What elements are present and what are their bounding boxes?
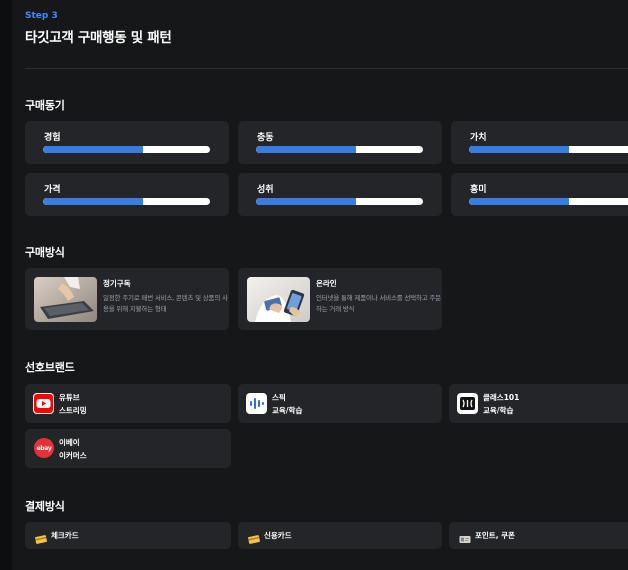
motive-card: 흥미 bbox=[451, 173, 628, 216]
youtube-logo-icon bbox=[33, 393, 54, 414]
step-label: Step 3 bbox=[25, 11, 58, 21]
motive-label: 충동 bbox=[257, 133, 274, 143]
motive-bar-fill bbox=[43, 146, 144, 153]
left-edge bbox=[0, 0, 12, 570]
brand-category: 이커머스 bbox=[59, 451, 87, 460]
motive-bar bbox=[469, 198, 628, 205]
payment-label: 포인트, 쿠폰 bbox=[475, 531, 515, 540]
card-icon bbox=[35, 530, 47, 544]
motive-label: 가치 bbox=[470, 133, 487, 143]
motive-bar bbox=[43, 146, 210, 153]
motive-bar bbox=[256, 198, 423, 205]
card-icon bbox=[248, 530, 260, 544]
ebay-logo-text: ebay bbox=[36, 444, 52, 452]
payment-card: 포인트, 쿠폰 bbox=[449, 522, 628, 549]
method-title: 온라인 bbox=[316, 279, 337, 288]
brand-category: 교육/학습 bbox=[483, 406, 514, 415]
brand-name: 유튜브 bbox=[59, 393, 80, 402]
motive-bar-fill bbox=[43, 198, 144, 205]
method-title: 정기구독 bbox=[103, 279, 131, 288]
brand-card-youtube: 유튜브 스트리밍 bbox=[25, 384, 231, 423]
brand-card-ebay: ebay 이베이 이커머스 bbox=[25, 429, 231, 468]
payment-label: 신용카드 bbox=[264, 531, 292, 540]
motive-label: 흥미 bbox=[470, 185, 487, 195]
brand-category: 스트리밍 bbox=[59, 406, 87, 415]
motive-card: 가격 bbox=[25, 173, 229, 216]
section-title-motives: 구매동기 bbox=[25, 99, 65, 112]
method-desc: 인터넷을 통해 제품이나 서비스를 선택하고 주문하는 거래 방식 bbox=[316, 294, 441, 313]
motive-bar-fill bbox=[469, 146, 570, 153]
motive-card: 경험 bbox=[25, 121, 229, 164]
brand-card-class101: 클래스101 교육/학습 bbox=[449, 384, 628, 423]
phone-card-photo-icon bbox=[247, 277, 310, 322]
brand-card-speak: 스픽 교육/학습 bbox=[238, 384, 442, 423]
method-card-online: 온라인 인터넷을 통해 제품이나 서비스를 선택하고 주문하는 거래 방식 bbox=[238, 268, 442, 330]
laptop-photo-icon bbox=[34, 277, 97, 322]
motive-label: 가격 bbox=[44, 185, 61, 195]
page-title: 타깃고객 구매행동 및 패턴 bbox=[25, 30, 172, 46]
payment-card: 신용카드 bbox=[238, 522, 442, 549]
payment-label: 체크카드 bbox=[51, 531, 79, 540]
section-title-methods: 구매방식 bbox=[25, 246, 65, 259]
section-title-payments: 결제방식 bbox=[25, 500, 65, 513]
motive-card: 충동 bbox=[238, 121, 442, 164]
motive-card: 성취 bbox=[238, 173, 442, 216]
motive-label: 경험 bbox=[44, 133, 61, 143]
motive-bar-fill bbox=[256, 198, 357, 205]
brand-name: 스픽 bbox=[272, 393, 286, 402]
section-title-brands: 선호브랜드 bbox=[25, 361, 75, 374]
speak-logo-icon bbox=[246, 393, 267, 414]
ebay-logo-icon: ebay bbox=[34, 438, 54, 458]
class101-logo-icon bbox=[457, 393, 478, 414]
payment-card: 체크카드 bbox=[25, 522, 231, 549]
motive-bar bbox=[256, 146, 423, 153]
motive-bar bbox=[43, 198, 210, 205]
motive-bar bbox=[469, 146, 628, 153]
motive-bar-fill bbox=[469, 198, 570, 205]
motive-bar-fill bbox=[256, 146, 357, 153]
coupon-icon bbox=[459, 530, 471, 543]
brand-name: 클래스101 bbox=[483, 393, 520, 402]
motive-label: 성취 bbox=[257, 185, 274, 195]
motive-card: 가치 bbox=[451, 121, 628, 164]
brand-category: 교육/학습 bbox=[272, 406, 303, 415]
method-card-subscription: 정기구독 일정한 주기로 매번 서비스, 콘텐츠 및 상품의 사용을 위해 지불… bbox=[25, 268, 229, 330]
method-desc: 일정한 주기로 매번 서비스, 콘텐츠 및 상품의 사용을 위해 지불하는 형태 bbox=[103, 294, 228, 313]
divider bbox=[25, 68, 628, 69]
brand-name: 이베이 bbox=[59, 438, 80, 447]
